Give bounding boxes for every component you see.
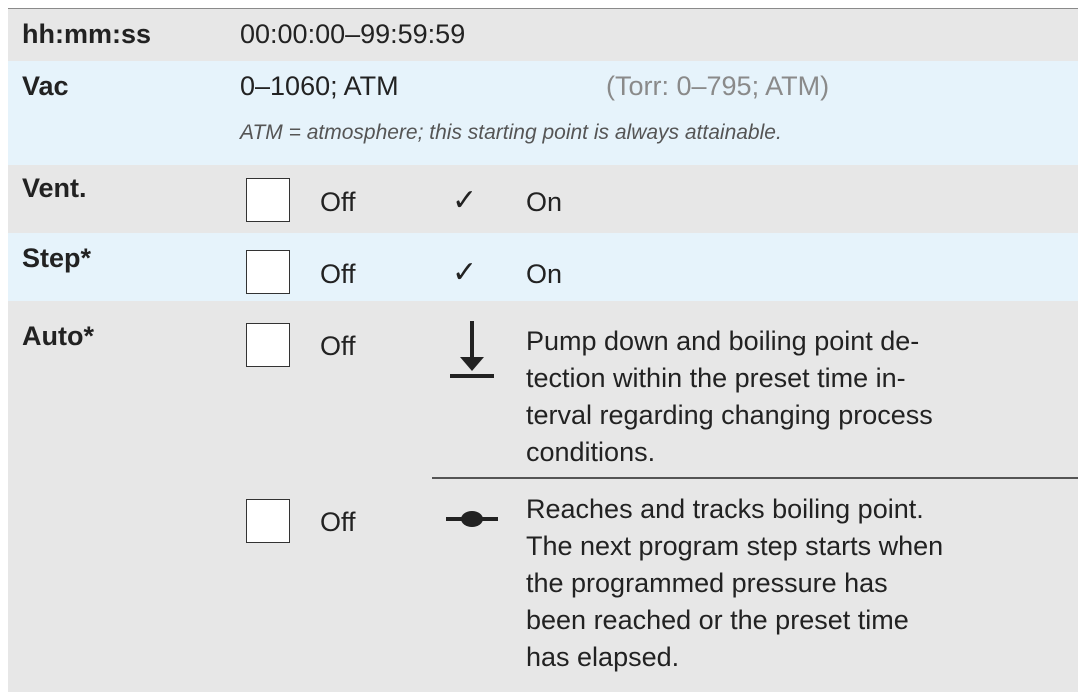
- vent-check-icon: ✓: [452, 184, 478, 217]
- boiling-point-icon: [446, 511, 498, 527]
- auto-option2-description: Reaches and tracks boiling point. The ne…: [526, 494, 944, 672]
- step-row: Step* Off ✓ On: [8, 233, 1078, 301]
- vac-label: Vac: [22, 71, 69, 101]
- auto-option1-off-label: Off: [320, 331, 356, 361]
- vent-row: Vent. Off ✓ On: [8, 165, 1078, 233]
- time-range: 00:00:00–99:59:59: [240, 19, 466, 49]
- time-label: hh:mm:ss: [22, 19, 152, 49]
- auto-option2-off-checkbox[interactable]: [246, 499, 290, 543]
- auto-label: Auto*: [22, 321, 94, 351]
- step-label: Step*: [22, 243, 92, 273]
- step-off-checkbox[interactable]: [246, 250, 290, 294]
- step-off-label: Off: [320, 259, 356, 289]
- vac-row: Vac 0–1060; ATM (Torr: 0–795; ATM) ATM =…: [8, 61, 1078, 165]
- vent-on-label: On: [526, 187, 563, 217]
- pump-down-icon: [450, 321, 494, 378]
- step-on-label: On: [526, 259, 563, 289]
- auto-option1-off-checkbox[interactable]: [246, 323, 290, 367]
- auto-option1-description: Pump down and boiling point de- tection …: [526, 326, 933, 467]
- vac-note: ATM = atmosphere; this starting point is…: [240, 121, 782, 144]
- vent-off-label: Off: [320, 187, 356, 217]
- vac-range: 0–1060; ATM: [240, 71, 399, 101]
- step-check-icon: ✓: [452, 256, 478, 289]
- auto-option-divider: [432, 477, 1078, 479]
- vac-torr-range: (Torr: 0–795; ATM): [606, 71, 830, 101]
- settings-table: hh:mm:ss 00:00:00–99:59:59 Vac 0–1060; A…: [8, 8, 1078, 692]
- vent-label: Vent.: [22, 173, 87, 203]
- time-row: hh:mm:ss 00:00:00–99:59:59: [8, 9, 1078, 61]
- auto-option2-off-label: Off: [320, 507, 356, 537]
- auto-row: Auto* Off Pump down and boiling point de…: [8, 301, 1078, 692]
- vent-off-checkbox[interactable]: [246, 178, 290, 222]
